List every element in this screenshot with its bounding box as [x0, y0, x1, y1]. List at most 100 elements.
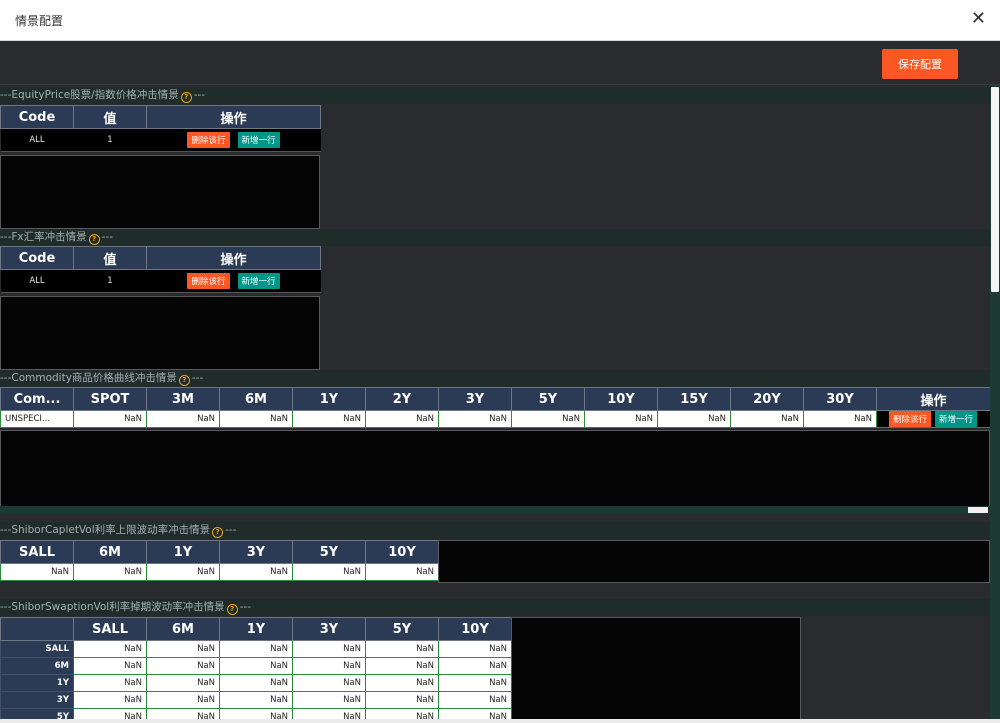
value-cell[interactable]: 1	[73, 269, 147, 293]
value-cell[interactable]: NaN	[365, 657, 439, 675]
value-cell[interactable]: NaN	[146, 410, 220, 428]
swaption-section-title: ---ShiborSwaptionVol利率掉期波动率冲击情景? ---	[0, 599, 990, 616]
value-cell[interactable]: NaN	[438, 657, 512, 675]
value-cell[interactable]: 1	[73, 128, 147, 152]
column-header: Code	[0, 105, 74, 129]
value-cell[interactable]: NaN	[146, 708, 220, 719]
value-cell[interactable]: NaN	[365, 563, 439, 581]
value-cell[interactable]: NaN	[584, 410, 658, 428]
delete-row-button[interactable]: 删除该行	[187, 273, 230, 289]
delete-row-button[interactable]: 删除该行	[889, 411, 932, 427]
value-cell[interactable]: NaN	[365, 640, 439, 658]
value-cell[interactable]: NaN	[219, 640, 293, 658]
value-cell[interactable]: NaN	[219, 691, 293, 709]
code-cell[interactable]: ALL	[0, 128, 74, 152]
close-icon[interactable]: ✕	[971, 9, 986, 29]
value-cell[interactable]: NaN	[219, 708, 293, 719]
value-cell[interactable]: NaN	[292, 410, 366, 428]
toolbar: 保存配置	[0, 41, 1000, 85]
value-cell[interactable]: NaN	[146, 640, 220, 658]
value-cell[interactable]: NaN	[365, 708, 439, 719]
table-row: 1Y NaN NaN NaN NaN NaN NaN	[0, 674, 512, 692]
value-cell[interactable]: NaN	[73, 563, 147, 581]
vertical-scrollbar[interactable]	[990, 85, 1000, 719]
help-icon[interactable]: ?	[212, 527, 224, 538]
table-empty-area	[0, 155, 320, 229]
value-cell[interactable]: NaN	[657, 410, 731, 428]
value-cell[interactable]: NaN	[292, 674, 366, 692]
value-cell[interactable]: NaN	[73, 691, 147, 709]
column-header: 6M	[219, 387, 293, 411]
fx-section-title: ---Fx汇率冲击情景? ---	[0, 229, 990, 246]
value-cell[interactable]: NaN	[292, 708, 366, 719]
column-header: 6M	[146, 617, 220, 641]
value-cell[interactable]: NaN	[511, 410, 585, 428]
add-row-button[interactable]: 新增一行	[237, 132, 280, 148]
help-icon[interactable]: ?	[180, 92, 192, 103]
value-cell[interactable]: NaN	[73, 674, 147, 692]
column-header: SALL	[73, 617, 147, 641]
value-cell[interactable]: NaN	[292, 691, 366, 709]
scrollbar-thumb[interactable]	[968, 507, 988, 513]
table-row: ALL 1 删除该行 新增一行	[0, 269, 321, 293]
column-header: 5Y	[365, 617, 439, 641]
value-cell[interactable]: NaN	[0, 563, 74, 581]
dialog-title: 情景配置	[15, 14, 64, 28]
commodity-table: Com... SPOT 3M 6M 1Y 2Y 3Y 5Y 10Y 15Y 20…	[0, 387, 990, 428]
value-cell[interactable]: NaN	[292, 640, 366, 658]
column-header: 3M	[146, 387, 220, 411]
value-cell[interactable]: NaN	[438, 674, 512, 692]
add-row-button[interactable]: 新增一行	[935, 411, 978, 427]
column-header: 1Y	[292, 387, 366, 411]
value-cell[interactable]: NaN	[73, 410, 147, 428]
table-row: NaN NaN NaN NaN NaN NaN	[0, 563, 439, 581]
value-cell[interactable]: NaN	[219, 657, 293, 675]
scrollbar-thumb[interactable]	[991, 87, 999, 292]
row-header: 3Y	[0, 691, 74, 709]
save-config-button[interactable]: 保存配置	[882, 49, 958, 79]
value-cell[interactable]: NaN	[146, 691, 220, 709]
table-row: 6M NaN NaN NaN NaN NaN NaN	[0, 657, 512, 675]
table-row: UNSPECI... NaN NaN NaN NaN NaN NaN NaN N…	[0, 410, 990, 428]
column-header: 操作	[146, 246, 321, 270]
value-cell[interactable]: NaN	[365, 674, 439, 692]
equity-section-title: ---EquityPrice股票/指数价格冲击情景? ---	[0, 87, 990, 104]
value-cell[interactable]: NaN	[365, 691, 439, 709]
value-cell[interactable]: NaN	[73, 708, 147, 719]
code-cell[interactable]: UNSPECI...	[0, 410, 74, 428]
table-row: 5Y NaN NaN NaN NaN NaN NaN	[0, 708, 512, 719]
value-cell[interactable]: NaN	[292, 563, 366, 581]
table-row: SALL NaN NaN NaN NaN NaN NaN	[0, 640, 512, 658]
value-cell[interactable]: NaN	[146, 563, 220, 581]
value-cell[interactable]: NaN	[438, 410, 512, 428]
code-cell[interactable]: ALL	[0, 269, 74, 293]
column-header: 操作	[146, 105, 321, 129]
value-cell[interactable]: NaN	[292, 657, 366, 675]
delete-row-button[interactable]: 删除该行	[187, 132, 230, 148]
row-header: SALL	[0, 640, 74, 658]
column-header: 6M	[73, 540, 147, 564]
column-header: 操作	[876, 387, 990, 411]
value-cell[interactable]: NaN	[438, 708, 512, 719]
value-cell[interactable]: NaN	[219, 563, 293, 581]
value-cell[interactable]: NaN	[730, 410, 804, 428]
help-icon[interactable]: ?	[178, 375, 190, 386]
add-row-button[interactable]: 新增一行	[237, 273, 280, 289]
value-cell[interactable]: NaN	[438, 640, 512, 658]
value-cell[interactable]: NaN	[219, 410, 293, 428]
help-icon[interactable]: ?	[226, 604, 238, 615]
column-header: 30Y	[803, 387, 877, 411]
value-cell[interactable]: NaN	[146, 674, 220, 692]
horizontal-scrollbar[interactable]	[0, 506, 990, 514]
value-cell[interactable]: NaN	[365, 410, 439, 428]
value-cell[interactable]: NaN	[146, 657, 220, 675]
value-cell[interactable]: NaN	[73, 657, 147, 675]
value-cell[interactable]: NaN	[219, 674, 293, 692]
value-cell[interactable]: NaN	[73, 640, 147, 658]
column-header: 10Y	[365, 540, 439, 564]
column-header: Code	[0, 246, 74, 270]
help-icon[interactable]: ?	[88, 234, 100, 245]
value-cell[interactable]: NaN	[803, 410, 877, 428]
column-header: 值	[73, 105, 147, 129]
value-cell[interactable]: NaN	[438, 691, 512, 709]
